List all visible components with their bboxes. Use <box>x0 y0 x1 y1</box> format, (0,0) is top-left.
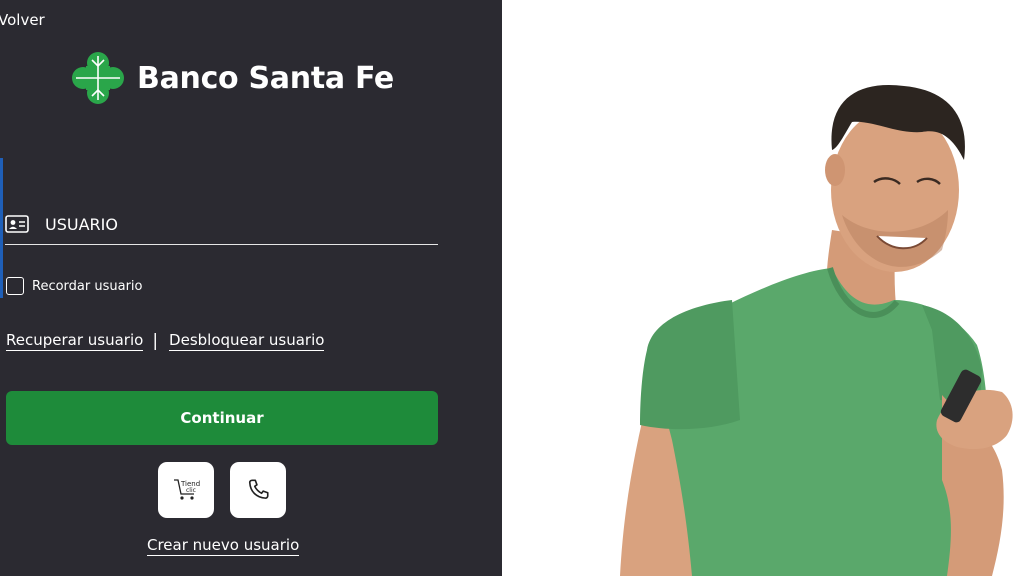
tienda-label-line2: clic <box>186 487 196 494</box>
create-user-link[interactable]: Crear nuevo usuario <box>147 536 300 556</box>
remember-user-row[interactable]: Recordar usuario <box>6 277 143 295</box>
unlock-user-link[interactable]: Desbloquear usuario <box>169 331 325 351</box>
continue-button[interactable]: Continuar <box>6 391 438 445</box>
phone-icon <box>248 479 269 499</box>
remember-user-label: Recordar usuario <box>32 278 143 294</box>
brand-name: Banco Santa Fe <box>137 60 394 96</box>
cart-icon: Tienda clic <box>174 479 200 500</box>
brand-logo: Banco Santa Fe <box>70 50 394 106</box>
recover-user-link[interactable]: Recuperar usuario <box>6 331 144 351</box>
link-separator: | <box>152 331 159 351</box>
remember-user-checkbox[interactable] <box>6 277 24 295</box>
tienda-clic-button[interactable]: Tienda clic <box>158 462 214 518</box>
clover-logo-icon <box>72 52 124 104</box>
login-panel: Volver Banco Santa Fe USUARIO Recordar u… <box>0 0 502 576</box>
hero-image <box>502 0 1024 576</box>
login-page: Volver Banco Santa Fe USUARIO Recordar u… <box>0 0 1024 576</box>
username-input[interactable] <box>45 209 438 239</box>
username-field[interactable] <box>5 204 438 245</box>
back-link[interactable]: Volver <box>0 11 45 29</box>
id-card-icon <box>5 215 29 233</box>
phone-button[interactable] <box>230 462 286 518</box>
smiling-man-with-phone-illustration <box>620 84 1013 576</box>
panel-accent-bar <box>0 158 3 298</box>
account-links: Recuperar usuario | Desbloquear usuario <box>6 331 325 351</box>
